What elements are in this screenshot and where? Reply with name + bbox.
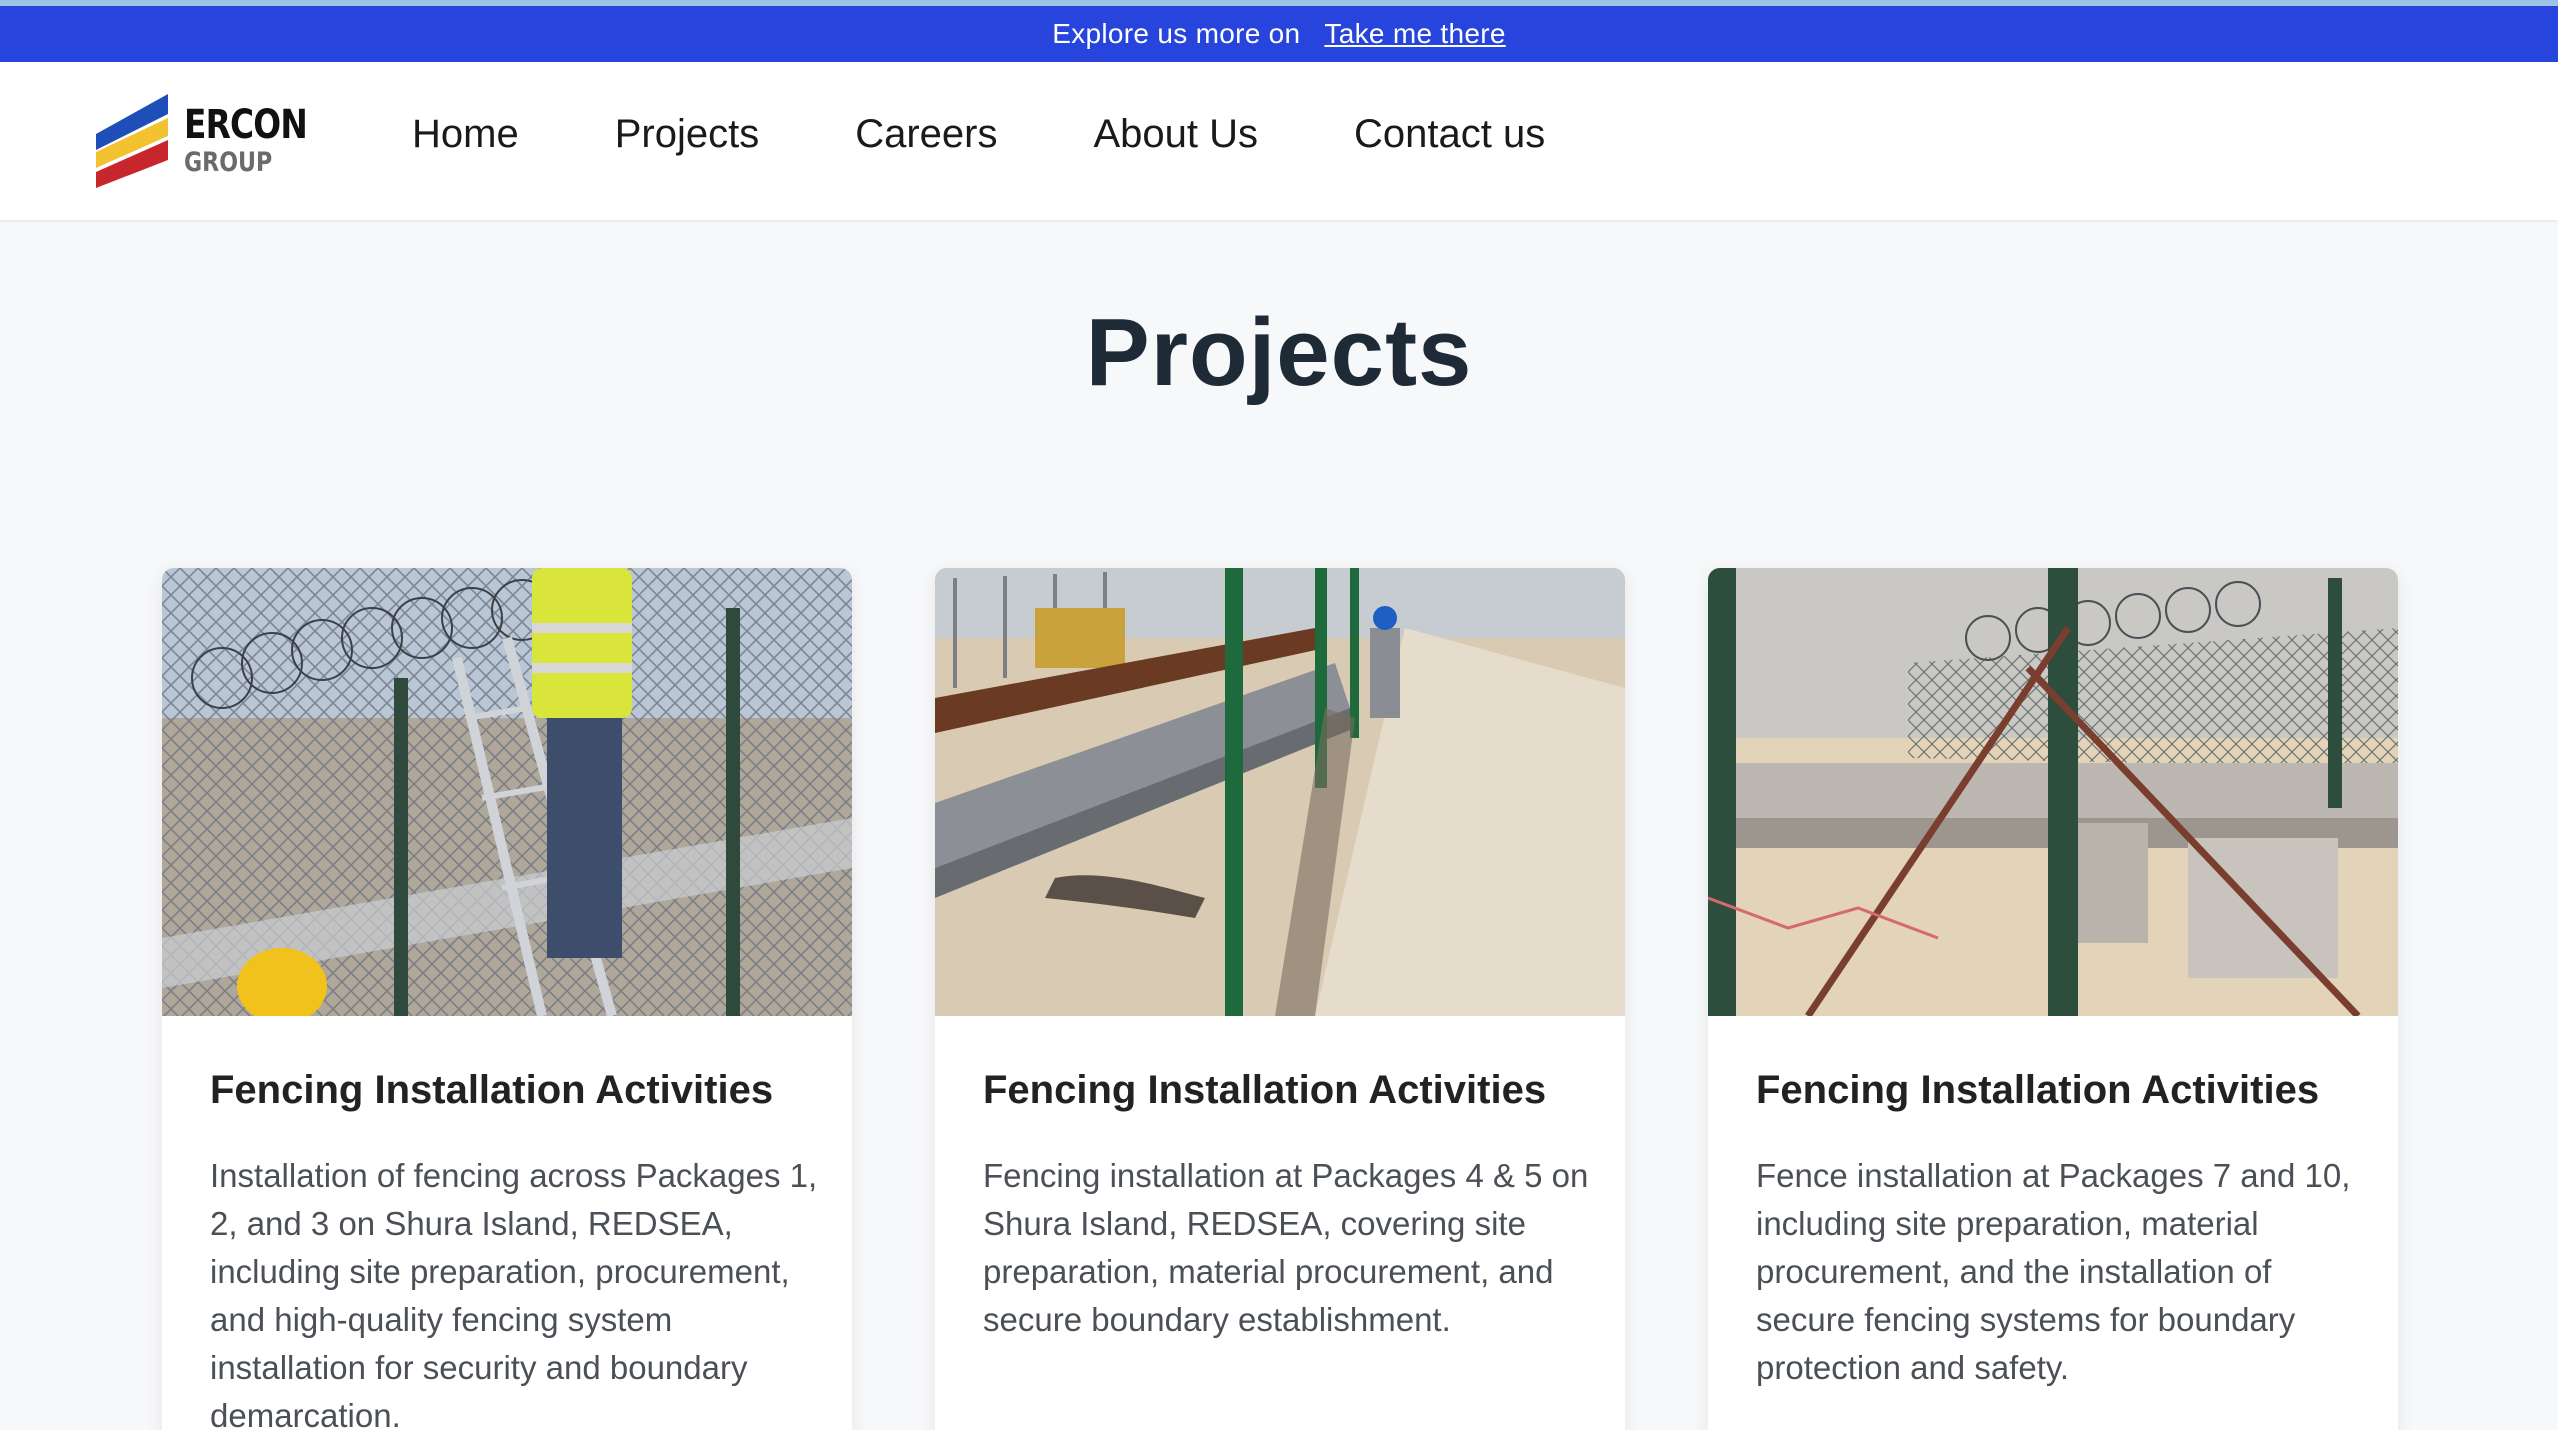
project-title-2: Fencing Installation Activities <box>983 1068 1547 1112</box>
project-photo-2 <box>935 568 1625 1016</box>
project-description-1: Installation of fencing across Packages … <box>210 1157 818 1430</box>
ercon-logo[interactable]: ERCON GROUP <box>94 92 314 192</box>
logo-word-ercon: ERCON <box>184 102 308 148</box>
page-title: Projects <box>1085 299 1473 406</box>
announcement-link[interactable]: Take me there <box>1324 18 1505 50</box>
project-card-1[interactable]: Fencing Installation Activities Installa… <box>162 568 852 1430</box>
nav-home[interactable]: Home <box>412 112 519 157</box>
nav-contact-us[interactable]: Contact us <box>1354 112 1545 157</box>
nav-careers[interactable]: Careers <box>855 112 997 157</box>
announcement-text: Explore us more on <box>1052 18 1301 49</box>
project-title-1: Fencing Installation Activities <box>210 1068 774 1112</box>
logo-word-group: GROUP <box>184 147 273 178</box>
main-nav: Home Projects Careers About Us Contact u… <box>412 112 1641 157</box>
project-description-3: Fence installation at Packages 7 and 10,… <box>1756 1157 2351 1386</box>
site-header: ERCON GROUP Home Projects Careers About … <box>0 62 2558 222</box>
nav-projects[interactable]: Projects <box>615 112 760 157</box>
project-title-3: Fencing Installation Activities <box>1756 1068 2320 1112</box>
nav-about-us[interactable]: About Us <box>1093 112 1258 157</box>
project-card-3[interactable]: Fencing Installation Activities Fence in… <box>1708 568 2398 1430</box>
logo-stripes-icon <box>96 94 168 188</box>
project-description-2: Fencing installation at Packages 4 & 5 o… <box>983 1157 1589 1338</box>
project-photo-3 <box>1708 568 2398 1016</box>
announcement-bar: Explore us more on Take me there <box>0 6 2558 62</box>
project-photo-1 <box>162 568 852 1016</box>
project-card-2[interactable]: Fencing Installation Activities Fencing … <box>935 568 1625 1430</box>
